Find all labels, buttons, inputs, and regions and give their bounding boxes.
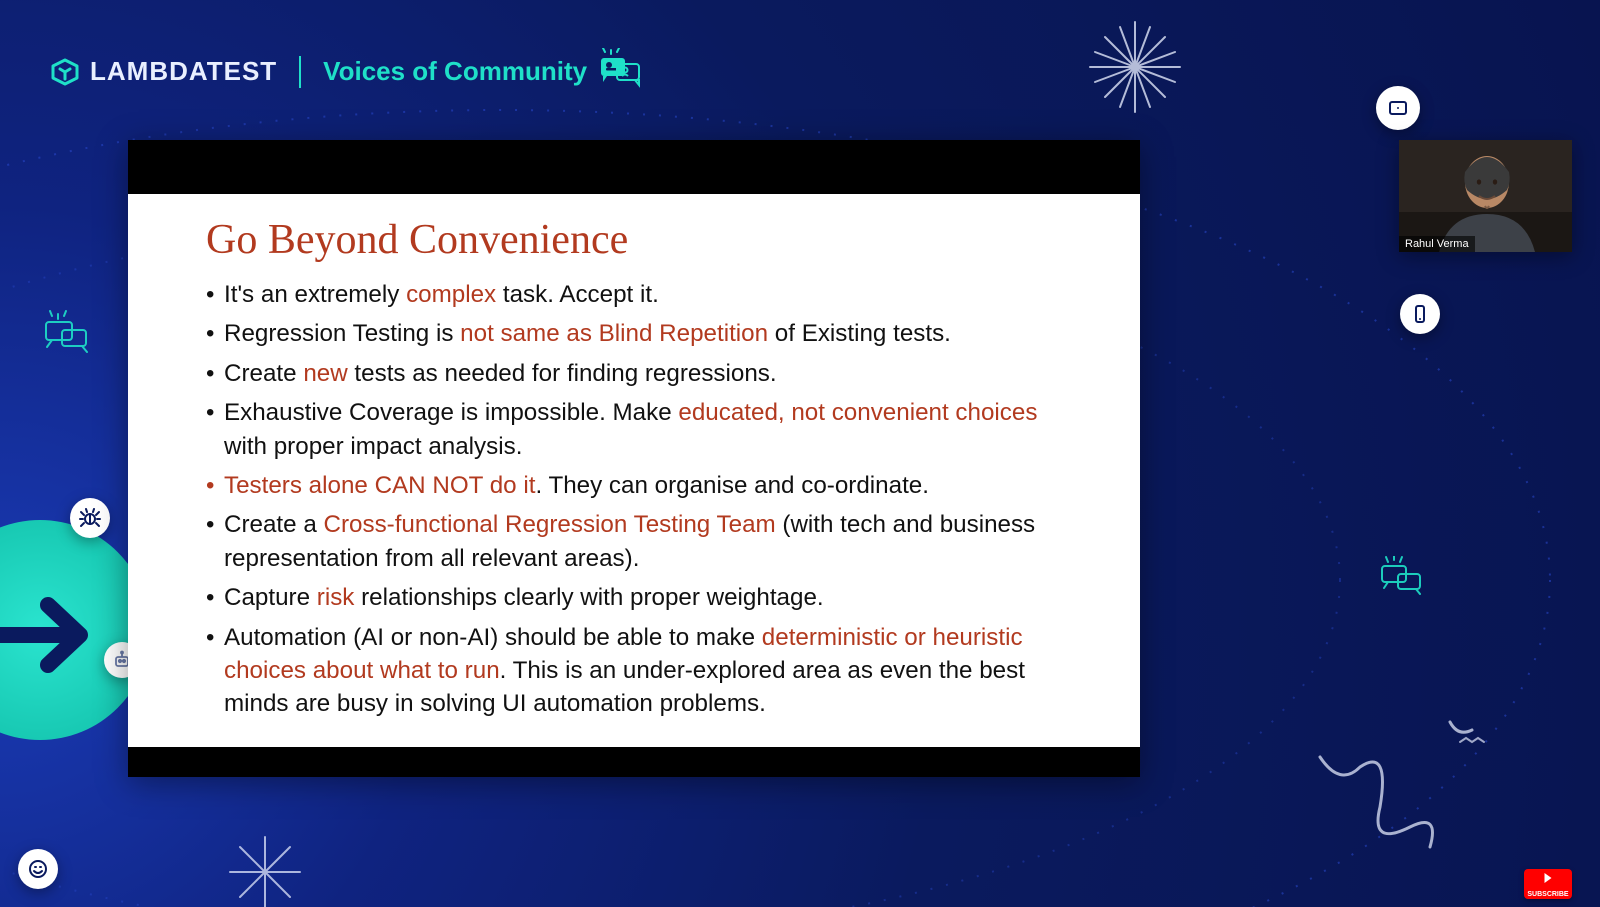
bug-icon (70, 498, 110, 538)
bullet-text: . They can organise and co-ordinate. (535, 472, 929, 499)
slide-content: Go Beyond Convenience It's an extremely … (128, 194, 1140, 747)
bullet-highlight: Cross-functional Regression Testing Team (324, 511, 776, 538)
bullet-item: Create new tests as needed for finding r… (206, 357, 1070, 390)
decoration-firework-small (210, 827, 320, 907)
bullet-item-emphasized: Testers alone CAN NOT do it. They can or… (206, 469, 1070, 502)
slide-title: Go Beyond Convenience (206, 216, 1070, 264)
bullet-highlight: complex (406, 281, 496, 308)
tablet-device-icon (1376, 86, 1420, 130)
bullet-text: with proper impact analysis. (224, 433, 522, 460)
bullet-item: Create a Cross-functional Regression Tes… (206, 508, 1070, 575)
bullet-text: It's an extremely (224, 281, 406, 308)
slide-bullet-list: It's an extremely complex task. Accept i… (206, 278, 1070, 721)
speaker-name-tag: Rahul Verma (1399, 236, 1475, 252)
decoration-chat-icon (40, 310, 96, 360)
subscribe-label: SUBSCRIBE (1527, 891, 1568, 898)
bullet-highlight: new (303, 360, 347, 387)
play-icon (1545, 873, 1552, 883)
decoration-chat-icon-right (1378, 556, 1430, 602)
brand-name: LAMBDATEST (90, 56, 277, 87)
subscribe-button[interactable]: SUBSCRIBE (1524, 869, 1572, 899)
webinar-frame: LAMBDATEST Voices of Community (0, 0, 1600, 907)
chat-bubble-icon (597, 48, 643, 95)
bullet-text: tests as needed for finding regressions. (348, 360, 777, 387)
mobile-device-icon (1400, 294, 1440, 334)
smile-icon (18, 849, 58, 889)
bullet-text: Capture (224, 584, 317, 611)
bullet-highlight: risk (317, 584, 355, 611)
bullet-text: Automation (AI or non-AI) should be able… (224, 624, 762, 651)
presentation-slide: Go Beyond Convenience It's an extremely … (128, 140, 1140, 777)
bullet-text: Create a (224, 511, 324, 538)
bullet-item: Automation (AI or non-AI) should be able… (206, 621, 1070, 721)
bullet-text: of Existing tests. (768, 320, 951, 347)
header-divider (299, 56, 301, 88)
brand: LAMBDATEST (50, 56, 277, 87)
bullet-text: relationships clearly with proper weight… (354, 584, 823, 611)
bullet-text: Regression Testing is (224, 320, 460, 347)
speaker-video-thumbnail[interactable]: Rahul Verma (1399, 140, 1572, 252)
bullet-item: Regression Testing is not same as Blind … (206, 317, 1070, 350)
bullet-item: Exhaustive Coverage is impossible. Make … (206, 396, 1070, 463)
bullet-text: task. Accept it. (496, 281, 659, 308)
lambdatest-logo-icon (50, 57, 80, 87)
bullet-text: Create (224, 360, 303, 387)
series-title: Voices of Community (323, 48, 643, 95)
bullet-highlight: not same as Blind Repetition (460, 320, 768, 347)
bullet-item: Capture risk relationships clearly with … (206, 581, 1070, 614)
bullet-highlight: Testers alone CAN NOT do it (224, 472, 535, 499)
bullet-item: It's an extremely complex task. Accept i… (206, 278, 1070, 311)
decoration-firework (1070, 12, 1200, 122)
decoration-scribble (1310, 717, 1530, 857)
bullet-text: Exhaustive Coverage is impossible. Make (224, 399, 678, 426)
header: LAMBDATEST Voices of Community (50, 48, 643, 95)
bullet-highlight: educated, not convenient choices (678, 399, 1037, 426)
series-title-text: Voices of Community (323, 56, 587, 87)
